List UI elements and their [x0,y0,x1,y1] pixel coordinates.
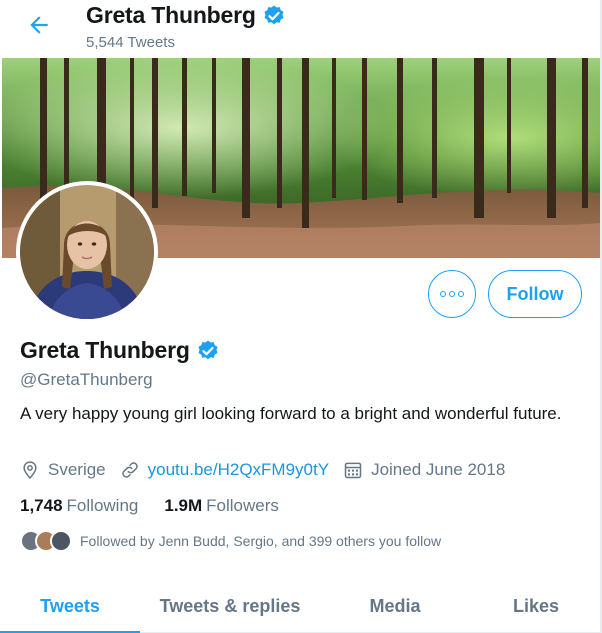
followers-label: Followers [206,496,279,515]
more-options-icon[interactable] [428,270,476,318]
verified-badge-icon [198,340,218,359]
follower-avatars [20,530,72,552]
followers-stat[interactable]: 1.9M Followers [164,496,279,516]
profile-meta: Sverige youtu.be/H2QxFM9y0tY Joined June… [20,460,519,480]
tab-media[interactable]: Media [320,580,470,633]
tab-likes[interactable]: Likes [470,580,602,633]
profile-header: Greta Thunberg 5,544 Tweets [0,0,602,58]
location: Sverige [20,460,106,480]
followed-by[interactable]: Followed by Jenn Budd, Sergio, and 399 o… [20,530,441,552]
profile-handle: @GretaThunberg [20,370,153,389]
profile-name-text: Greta Thunberg [20,337,190,363]
link-icon [121,462,138,478]
avatar [50,530,72,552]
profile-name: Greta Thunberg [20,337,220,364]
website-link[interactable]: youtu.be/H2QxFM9y0tY [148,460,329,480]
verified-badge-icon [264,5,284,24]
profile-tabs: Tweets Tweets & replies Media Likes [0,580,602,633]
dot [440,291,446,297]
followed-by-text: Followed by Jenn Budd, Sergio, and 399 o… [80,533,442,549]
header-name: Greta Thunberg [86,2,256,28]
following-count: 1,748 [20,496,63,515]
back-arrow-icon[interactable] [26,12,52,38]
location-pin-icon [23,461,37,479]
header-title: Greta Thunberg [86,2,286,29]
tweet-count: 5,544 Tweets [86,34,175,51]
tab-tweets-replies[interactable]: Tweets & replies [140,580,320,633]
follow-counts: 1,748 Following 1.9M Followers [20,496,305,516]
calendar-icon [344,462,362,479]
joined-text: Joined June 2018 [371,460,506,479]
tab-tweets[interactable]: Tweets [0,580,140,633]
dot [449,291,455,297]
join-date: Joined June 2018 [343,460,505,480]
location-text: Sverige [48,460,106,479]
website: youtu.be/H2QxFM9y0tY [120,460,329,480]
follow-button[interactable]: Follow [488,270,582,318]
profile-bio: A very happy young girl looking forward … [20,404,562,423]
dot [458,291,464,297]
following-stat[interactable]: 1,748 Following [20,496,138,516]
followers-count: 1.9M [164,496,203,515]
avatar[interactable] [20,185,154,319]
following-label: Following [66,496,139,515]
